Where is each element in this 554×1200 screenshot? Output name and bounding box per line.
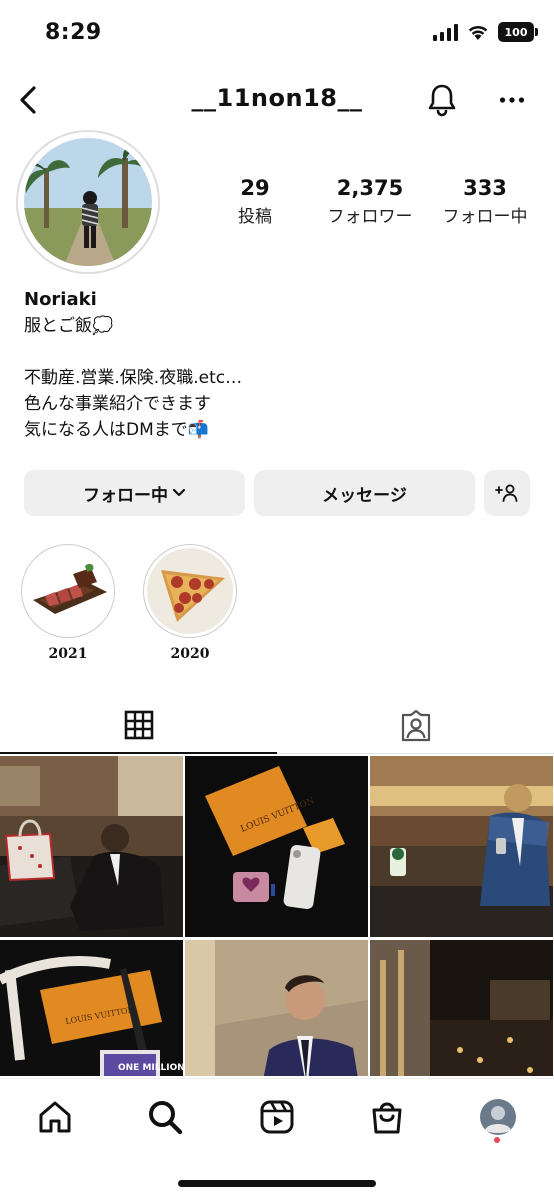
profile-header: __11non18__ [0,72,554,128]
tab-reels[interactable] [255,1095,299,1139]
tab-search[interactable] [143,1095,187,1139]
bio-line: 不動産.営業.保険.夜職.etc… [24,368,243,388]
profile-display-name: Noriaki [24,289,97,310]
following-button[interactable]: フォロー中 [24,470,245,516]
message-button-label: メッセージ [322,485,407,506]
highlight-cover-steak [25,548,111,634]
battery-level: 100 [504,25,528,39]
status-icons: 100 [433,22,538,42]
story-highlight[interactable]: 2020 [143,544,237,662]
notification-dot [494,1137,500,1143]
suggested-users-button[interactable] [484,470,530,516]
profile-avatar[interactable] [16,130,160,274]
posts-grid: LOUIS VUITTON LOUIS VUITTON ONE MILLION [0,756,554,1076]
post-thumbnail[interactable] [370,756,553,937]
following-number: 333 [463,176,507,200]
post-thumbnail[interactable] [0,756,183,937]
profile-username: __11non18__ [191,84,363,112]
cellular-signal-icon [433,23,458,41]
following-button-label: フォロー中 [83,485,168,506]
followers-number: 2,375 [336,176,404,200]
notifications-button[interactable] [420,78,464,122]
highlight-ring [21,544,115,638]
tab-tagged[interactable] [277,698,554,754]
tab-shop[interactable] [365,1095,409,1139]
highlight-label: 2020 [170,646,210,662]
shopping-bag-icon [372,1102,402,1134]
following-label: フォロー中 [442,207,528,227]
tab-posts-grid[interactable] [0,698,277,754]
ellipsis-icon [499,97,525,103]
story-highlight[interactable]: 2021 [21,544,115,662]
add-person-icon [495,484,518,502]
post-thumbnail[interactable]: LOUIS VUITTON [185,756,368,937]
bell-icon [428,84,456,117]
status-time: 8:29 [45,20,102,45]
more-options-button[interactable] [490,78,534,122]
highlight-ring [143,544,237,638]
profile-stats: 29 投稿 2,375 フォロワー 333 フォロー中 [200,176,540,227]
highlight-label: 2021 [48,646,88,662]
home-icon [39,1101,71,1133]
highlight-cover-pizza [147,548,233,634]
message-button[interactable]: メッセージ [254,470,475,516]
search-icon [149,1101,183,1135]
post-thumbnail[interactable]: LOUIS VUITTON ONE MILLION [0,940,183,1076]
tab-home[interactable] [33,1095,77,1139]
reels-icon [260,1100,294,1134]
bio-line: 気になる人はDMまで📬 [24,420,209,440]
card-text: ONE MILLION [118,1063,183,1073]
post-thumbnail[interactable] [370,940,553,1076]
post-thumbnail[interactable] [185,940,368,1076]
posts-label: 投稿 [238,207,272,227]
bio-line: 色んな事業紹介できます [24,394,211,414]
tab-profile[interactable] [476,1095,520,1139]
profile-avatar-icon [480,1099,516,1135]
posts-number: 29 [240,176,270,200]
home-indicator[interactable] [178,1180,376,1187]
profile-actions: フォロー中 メッセージ [24,470,530,516]
wifi-icon [468,25,488,40]
profile-tabs [0,698,554,754]
avatar-photo [24,138,152,266]
following-count[interactable]: 333 フォロー中 [430,176,540,227]
followers-count[interactable]: 2,375 フォロワー [315,176,425,227]
posts-count[interactable]: 29 投稿 [200,176,310,227]
tagged-person-icon [401,709,430,741]
grid-icon [124,710,153,740]
bio-line: 服とご飯💭 [24,316,114,336]
chevron-down-icon [172,488,186,497]
status-bar: 8:29 100 [0,0,554,66]
battery-icon: 100 [498,22,538,42]
profile-bio: Noriaki 服とご飯💭 不動産.営業.保険.夜職.etc… 色んな事業紹介で… [24,287,534,443]
followers-label: フォロワー [327,207,413,227]
